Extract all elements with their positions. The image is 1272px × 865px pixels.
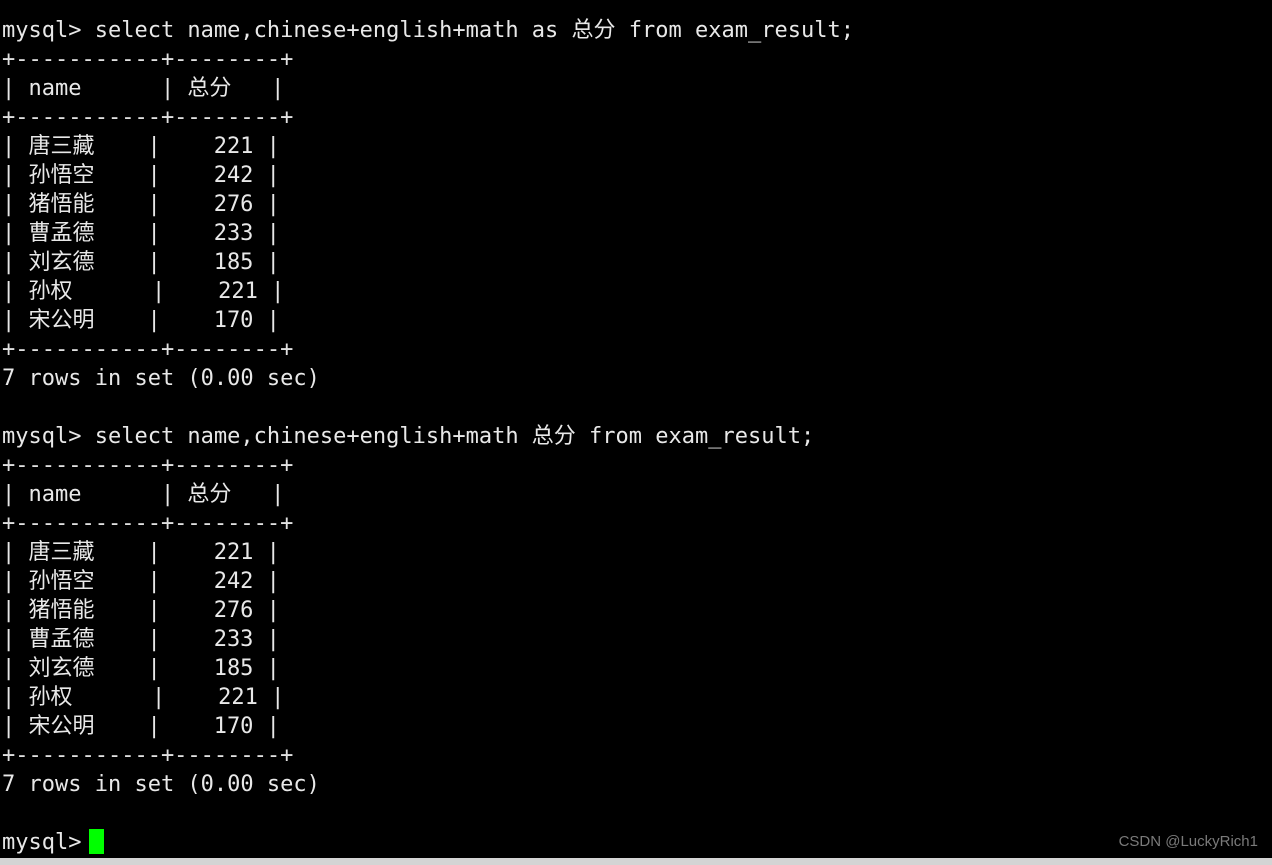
table-row: | 猪悟能 | 276 | bbox=[2, 598, 280, 623]
command-line-second: mysql> select name,chinese+english+math … bbox=[2, 424, 815, 449]
table-border-mid-first: +-----------+--------+ bbox=[2, 105, 294, 130]
table-border-bottom-first: +-----------+--------+ bbox=[2, 337, 294, 362]
table-header-first: | name | 总分 | bbox=[2, 76, 285, 101]
table-row: | 曹孟德 | 233 | bbox=[2, 221, 280, 246]
terminal-window[interactable]: mysql> select name,chinese+english+math … bbox=[0, 0, 1272, 858]
table-header-second: | name | 总分 | bbox=[2, 482, 285, 507]
table-row: | 孙悟空 | 242 | bbox=[2, 569, 280, 594]
table-border-bottom-second: +-----------+--------+ bbox=[2, 743, 294, 768]
result-status-second: 7 rows in set (0.00 sec) bbox=[2, 772, 320, 797]
table-row: | 宋公明 | 170 | bbox=[2, 714, 280, 739]
bottom-strip bbox=[0, 858, 1272, 865]
table-border-top-first: +-----------+--------+ bbox=[2, 47, 294, 72]
text-cursor[interactable] bbox=[89, 829, 105, 854]
table-row: | 曹孟德 | 233 | bbox=[2, 627, 280, 652]
command-line-first: mysql> select name,chinese+english+math … bbox=[2, 18, 854, 43]
active-prompt-line[interactable]: mysql> bbox=[2, 828, 1272, 857]
table-row: | 孙权 | 221 | bbox=[2, 685, 285, 710]
table-row: | 猪悟能 | 276 | bbox=[2, 192, 280, 217]
table-row: | 唐三藏 | 221 | bbox=[2, 134, 280, 159]
table-row: | 孙悟空 | 242 | bbox=[2, 163, 280, 188]
table-row: | 孙权 | 221 | bbox=[2, 279, 285, 304]
watermark-label: CSDN @LuckyRich1 bbox=[1118, 833, 1258, 850]
table-row: | 唐三藏 | 221 | bbox=[2, 540, 280, 565]
table-row: | 宋公明 | 170 | bbox=[2, 308, 280, 333]
result-status-first: 7 rows in set (0.00 sec) bbox=[2, 366, 320, 391]
table-row: | 刘玄德 | 185 | bbox=[2, 656, 280, 681]
table-border-mid-second: +-----------+--------+ bbox=[2, 511, 294, 536]
table-row: | 刘玄德 | 185 | bbox=[2, 250, 280, 275]
table-border-top-second: +-----------+--------+ bbox=[2, 453, 294, 478]
prompt-label: mysql> bbox=[2, 830, 82, 855]
